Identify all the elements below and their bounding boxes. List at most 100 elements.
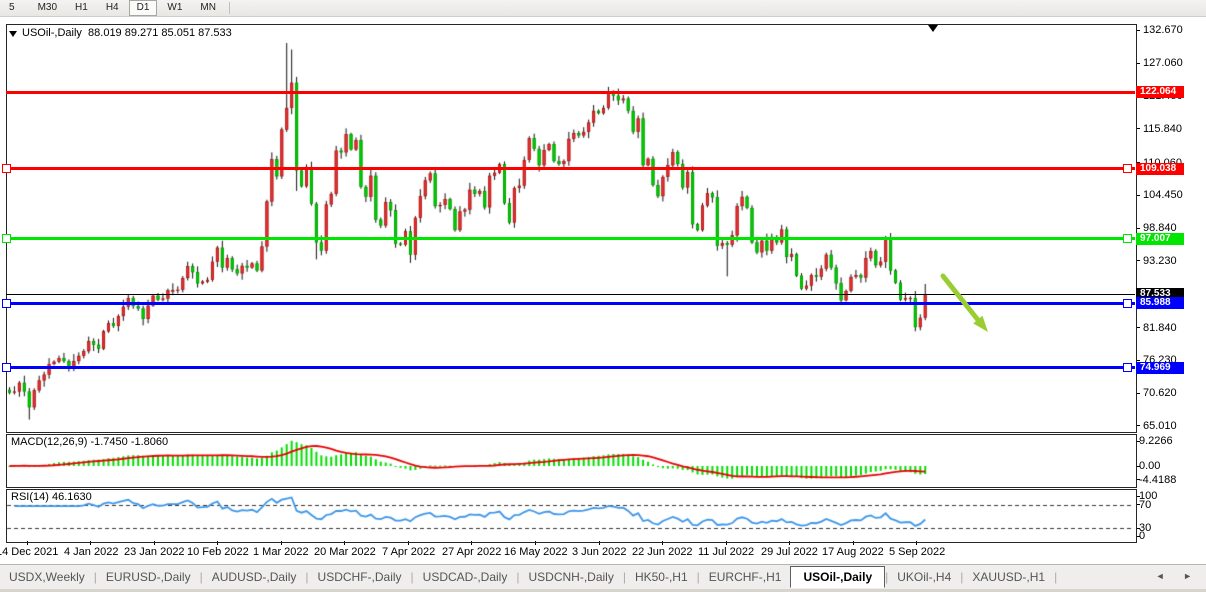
rsi-axis-tick: 0: [1139, 530, 1145, 542]
price-axis-tick-mark: [1136, 30, 1140, 31]
time-axis-tick-mark: [344, 541, 345, 545]
rsi-indicator-label: RSI(14) 46.1630: [11, 491, 92, 503]
support-line-74-left-handle[interactable]: [2, 363, 11, 372]
resistance-line-109-price-tag: 109.038: [1136, 163, 1184, 175]
time-axis-label: 16 May 2022: [504, 546, 568, 558]
time-axis-tick-mark: [535, 541, 536, 545]
timeframe-button-5[interactable]: 5: [1, 0, 23, 16]
price-axis-tick-mark: [1136, 425, 1140, 426]
timeframe-button-m30[interactable]: M30: [30, 0, 65, 16]
time-axis-label: 22 Jun 2022: [632, 546, 693, 558]
symbol-tab-usdchf-daily[interactable]: USDCHF-,Daily: [309, 567, 411, 587]
price-axis-tick: 81.840: [1143, 322, 1177, 334]
symbol-tab-eurchf-h1[interactable]: EURCHF-,H1: [700, 567, 791, 587]
macd-axis-tick: 0.00: [1139, 460, 1160, 472]
mt4-chart-window: 5 M30H1H4D1W1MN USOil-,Daily 88.019 89.27…: [0, 0, 1206, 592]
time-axis-tick-mark: [154, 541, 155, 545]
symbol-tab-xauusd-h1[interactable]: XAUUSD-,H1: [963, 567, 1054, 587]
price-axis-tick: 104.450: [1143, 189, 1183, 201]
time-axis-tick-mark: [408, 541, 409, 545]
support-line-74-price-tag: 74.969: [1136, 362, 1184, 374]
resistance-line-122[interactable]: [6, 91, 1135, 94]
price-axis-tick-mark: [1136, 327, 1140, 328]
timeframe-button-h1[interactable]: H1: [67, 0, 96, 16]
symbol-tab-ukoil-h4[interactable]: UKOil-,H4: [888, 567, 960, 587]
symbol-tab-usdx-weekly[interactable]: USDX,Weekly: [0, 567, 94, 587]
symbol-tab-usdcnh-daily[interactable]: USDCNH-,Daily: [519, 567, 622, 587]
support-line-74[interactable]: [6, 366, 1135, 369]
timeframe-button-d1[interactable]: D1: [129, 0, 158, 16]
tab-separator: |: [1054, 570, 1057, 584]
toolbar-separator: [229, 2, 230, 14]
resistance-line-109-right-handle[interactable]: [1123, 164, 1132, 173]
time-axis-label: 7 Apr 2022: [382, 546, 435, 558]
symbol-tab-audusd-daily[interactable]: AUDUSD-,Daily: [203, 567, 306, 587]
tab-scroll-arrows-icon[interactable]: ◄ ►: [1156, 571, 1200, 581]
support-line-97-price-tag: 97.007: [1136, 233, 1184, 245]
time-axis-label: 4 Jan 2022: [64, 546, 118, 558]
collapse-indicator-icon[interactable]: [9, 31, 17, 37]
price-axis-tick-mark: [1136, 195, 1140, 196]
price-axis-tick-mark: [1136, 128, 1140, 129]
time-axis-tick-mark: [662, 541, 663, 545]
symbol-tab-hk50-h1[interactable]: HK50-,H1: [626, 567, 697, 587]
chart-ohlc-values: 88.019 89.271 85.051 87.533: [88, 27, 232, 39]
time-axis-label: 29 Jul 2022: [761, 546, 818, 558]
chart-title: USOil-,Daily 88.019 89.271 85.051 87.533: [22, 27, 232, 39]
rsi-axis-tick: 70: [1139, 499, 1151, 511]
support-line-85-right-handle[interactable]: [1123, 299, 1132, 308]
sell-arrow-object[interactable]: [935, 270, 995, 338]
symbol-tab-usdcad-daily[interactable]: USDCAD-,Daily: [414, 567, 517, 587]
price-axis-tick-mark: [1136, 63, 1140, 64]
support-line-85-left-handle[interactable]: [2, 299, 11, 308]
time-axis-label: 5 Sep 2022: [889, 546, 945, 558]
time-axis-tick-mark: [90, 541, 91, 545]
macd-axis-tick: 9.2266: [1139, 435, 1173, 447]
timeframe-button-h4[interactable]: H4: [98, 0, 127, 16]
price-axis-tick: 115.840: [1143, 123, 1182, 135]
macd-indicator-label: MACD(12,26,9) -1.7450 -1.8060: [11, 436, 168, 448]
price-axis-tick: 93.230: [1143, 255, 1177, 267]
timeframe-toolbar: 5 M30H1H4D1W1MN: [0, 0, 1206, 17]
time-axis-tick-mark: [471, 541, 472, 545]
time-axis-label: 1 Mar 2022: [253, 546, 309, 558]
time-axis-tick-mark: [853, 541, 854, 545]
price-axis-tick: 132.670: [1143, 24, 1183, 36]
resistance-line-109-left-handle[interactable]: [2, 164, 11, 173]
price-axis-tick-mark: [1136, 260, 1140, 261]
support-line-97[interactable]: [6, 237, 1135, 240]
price-axis-tick-mark: [1136, 228, 1140, 229]
time-axis-label: 27 Apr 2022: [442, 546, 501, 558]
time-axis-tick-mark: [27, 541, 28, 545]
support-line-97-left-handle[interactable]: [2, 234, 11, 243]
symbol-tab-usoil-daily[interactable]: USOil-,Daily: [790, 566, 885, 588]
time-axis-tick-mark: [281, 541, 282, 545]
support-line-85-price-tag: 85.988: [1136, 297, 1184, 309]
time-axis-label: 23 Jan 2022: [124, 546, 185, 558]
resistance-line-109[interactable]: [6, 167, 1135, 170]
time-axis-tick-mark: [217, 541, 218, 545]
timeframe-button-w1[interactable]: W1: [159, 0, 190, 16]
chart-shift-marker-icon[interactable]: [928, 25, 938, 32]
time-axis-label: 17 Aug 2022: [822, 546, 884, 558]
time-axis-label: 10 Feb 2022: [187, 546, 249, 558]
time-axis-tick-mark: [916, 541, 917, 545]
time-axis-tick-mark: [726, 541, 727, 545]
price-axis-tick: 127.060: [1143, 57, 1183, 69]
price-axis-tick: 70.620: [1143, 387, 1177, 399]
support-line-97-right-handle[interactable]: [1123, 234, 1132, 243]
time-axis-label: 11 Jul 2022: [698, 546, 754, 558]
support-line-74-right-handle[interactable]: [1123, 363, 1132, 372]
price-axis-tick-mark: [1136, 393, 1140, 394]
time-axis-tick-mark: [789, 541, 790, 545]
time-axis-label: 20 Mar 2022: [314, 546, 376, 558]
time-axis-label: 14 Dec 2021: [0, 546, 58, 558]
macd-axis-tick: -4.4188: [1139, 474, 1176, 486]
time-axis-label: 3 Jun 2022: [572, 546, 626, 558]
resistance-line-122-price-tag: 122.064: [1136, 86, 1184, 98]
chart-symbol-period: USOil-,Daily: [22, 27, 82, 39]
timeframe-button-mn[interactable]: MN: [192, 0, 224, 16]
chart-tab-bar: USDX,Weekly|EURUSD-,Daily|AUDUSD-,Daily|…: [0, 564, 1206, 589]
time-axis-tick-mark: [599, 541, 600, 545]
symbol-tab-eurusd-daily[interactable]: EURUSD-,Daily: [97, 567, 200, 587]
